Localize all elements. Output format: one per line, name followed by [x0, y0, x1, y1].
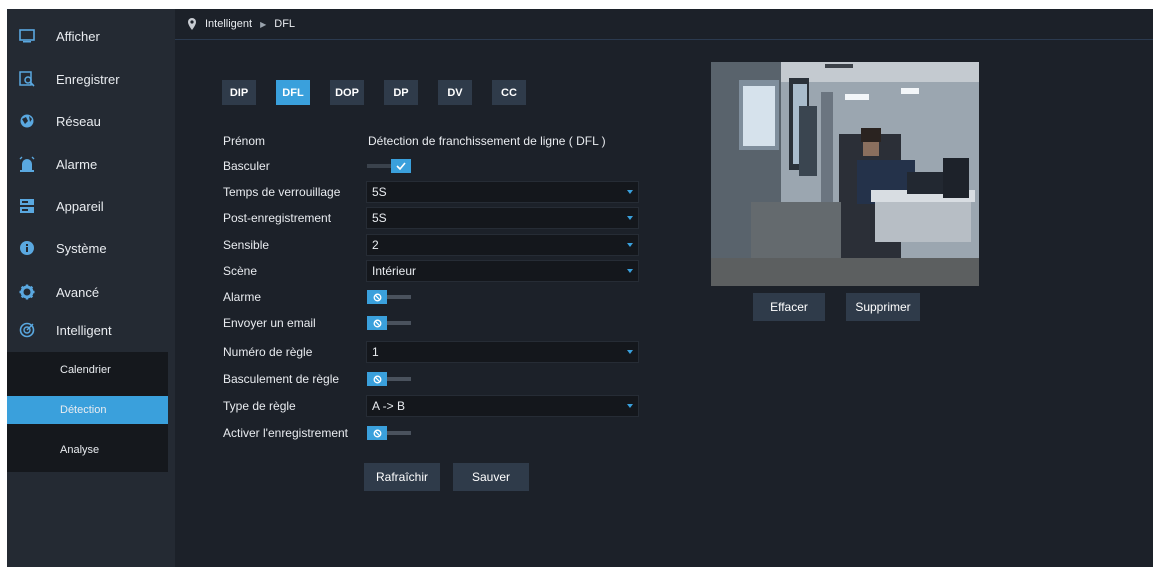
- submenu-item-analyse[interactable]: Analyse: [7, 436, 168, 464]
- sidebar-item-reseau[interactable]: Réseau: [7, 101, 175, 141]
- toggle-knob: [367, 372, 387, 386]
- scene-label: Scène: [223, 264, 258, 278]
- refresh-button[interactable]: Rafraîchir: [364, 463, 440, 491]
- chevron-down-icon: [627, 404, 633, 408]
- disabled-icon: [373, 429, 381, 437]
- scene-value: Intérieur: [372, 264, 417, 278]
- clear-button[interactable]: Effacer: [753, 293, 825, 321]
- sidebar: Afficher Enregistrer Réseau Alarme Appar…: [7, 9, 175, 567]
- submenu-item-label: Détection: [60, 404, 107, 416]
- numero-regle-value: 1: [372, 345, 379, 359]
- main-content: Intelligent ▶ DFL DIP DFL DOP DP DV CC P…: [175, 9, 1153, 567]
- tab-dip[interactable]: DIP: [222, 80, 256, 105]
- type-regle-value: A -> B: [372, 399, 406, 413]
- intelligent-icon: [19, 322, 35, 338]
- submenu-item-label: Calendrier: [60, 364, 111, 376]
- chevron-down-icon: [627, 350, 633, 354]
- breadcrumb: Intelligent ▶ DFL: [175, 9, 1153, 40]
- activer-enregistrement-label: Activer l'enregistrement: [223, 426, 349, 440]
- sidebar-item-label: Réseau: [56, 113, 101, 129]
- basculer-label: Basculer: [223, 159, 270, 173]
- sidebar-item-appareil[interactable]: Appareil: [7, 186, 175, 226]
- toggle-knob: [367, 316, 387, 330]
- alarme-label: Alarme: [223, 290, 262, 304]
- submenu-item-label: Analyse: [60, 444, 100, 456]
- sensible-label: Sensible: [223, 238, 270, 252]
- verrouillage-label: Temps de verrouillage: [223, 185, 341, 199]
- type-regle-select[interactable]: A -> B: [366, 395, 639, 417]
- check-icon: [396, 162, 406, 170]
- scene-select[interactable]: Intérieur: [366, 260, 639, 282]
- numero-regle-select[interactable]: 1: [366, 341, 639, 363]
- breadcrumb-parent[interactable]: Intelligent: [205, 18, 252, 30]
- verrouillage-value: 5S: [372, 185, 387, 199]
- sidebar-item-label: Appareil: [56, 198, 104, 214]
- delete-button[interactable]: Supprimer: [846, 293, 920, 321]
- tab-dop[interactable]: DOP: [330, 80, 364, 105]
- sensible-value: 2: [372, 238, 379, 252]
- submenu-item-detection[interactable]: Détection: [7, 396, 168, 424]
- alarme-toggle[interactable]: [367, 290, 411, 304]
- post-enregistrement-value: 5S: [372, 211, 387, 225]
- sidebar-item-systeme[interactable]: Système: [7, 228, 175, 268]
- monitor-icon: [19, 28, 35, 44]
- type-regle-label: Type de règle: [223, 399, 296, 413]
- post-enregistrement-select[interactable]: 5S: [366, 207, 639, 229]
- sidebar-item-label: Afficher: [56, 28, 100, 44]
- prenom-label: Prénom: [223, 134, 266, 148]
- app-frame: Afficher Enregistrer Réseau Alarme Appar…: [7, 9, 1153, 567]
- location-pin-icon: [188, 18, 196, 30]
- basculement-regle-label: Basculement de règle: [223, 372, 340, 386]
- sidebar-item-avance[interactable]: Avancé: [7, 272, 175, 312]
- sidebar-item-enregistrer[interactable]: Enregistrer: [7, 59, 175, 99]
- email-label: Envoyer un email: [223, 316, 316, 330]
- sidebar-item-label: Système: [56, 240, 107, 256]
- numero-regle-label: Numéro de règle: [223, 345, 313, 359]
- tab-dv[interactable]: DV: [438, 80, 472, 105]
- device-storage-icon: [19, 198, 35, 214]
- email-toggle[interactable]: [367, 316, 411, 330]
- disabled-icon: [373, 293, 381, 301]
- save-button[interactable]: Sauver: [453, 463, 529, 491]
- sidebar-item-label: Avancé: [56, 284, 100, 300]
- sidebar-item-alarme[interactable]: Alarme: [7, 144, 175, 184]
- camera-preview[interactable]: [711, 62, 979, 286]
- toggle-knob: [391, 159, 411, 173]
- basculer-toggle[interactable]: [367, 159, 411, 173]
- tab-dp[interactable]: DP: [384, 80, 418, 105]
- alarm-light-icon: [19, 156, 35, 172]
- record-search-icon: [19, 71, 35, 87]
- breadcrumb-current: DFL: [274, 18, 296, 30]
- disabled-icon: [373, 319, 381, 327]
- tab-dfl[interactable]: DFL: [276, 80, 310, 105]
- disabled-icon: [373, 375, 381, 383]
- chevron-down-icon: [627, 190, 633, 194]
- chevron-down-icon: [627, 243, 633, 247]
- activer-enregistrement-toggle[interactable]: [367, 426, 411, 440]
- sidebar-item-afficher[interactable]: Afficher: [7, 16, 175, 56]
- sensible-select[interactable]: 2: [366, 234, 639, 256]
- basculement-regle-toggle[interactable]: [367, 372, 411, 386]
- info-icon: [19, 240, 35, 256]
- network-globe-icon: [19, 113, 35, 129]
- breadcrumb-separator-icon: ▶: [260, 19, 267, 29]
- toggle-knob: [367, 290, 387, 304]
- prenom-value: Détection de franchissement de ligne ( D…: [368, 134, 606, 148]
- tab-cc[interactable]: CC: [492, 80, 526, 105]
- camera-preview-image: [711, 62, 979, 286]
- verrouillage-select[interactable]: 5S: [366, 181, 639, 203]
- intelligent-submenu: Calendrier Détection Analyse: [7, 352, 168, 472]
- chevron-down-icon: [627, 269, 633, 273]
- submenu-item-calendrier[interactable]: Calendrier: [7, 356, 168, 384]
- toggle-knob: [367, 426, 387, 440]
- chevron-down-icon: [627, 216, 633, 220]
- post-enregistrement-label: Post-enregistrement: [223, 211, 332, 225]
- sidebar-item-label: Enregistrer: [56, 71, 120, 87]
- sidebar-item-label: Intelligent: [56, 322, 112, 338]
- gear-icon: [19, 284, 35, 300]
- sidebar-item-label: Alarme: [56, 156, 98, 172]
- sidebar-item-intelligent[interactable]: Intelligent: [7, 310, 175, 350]
